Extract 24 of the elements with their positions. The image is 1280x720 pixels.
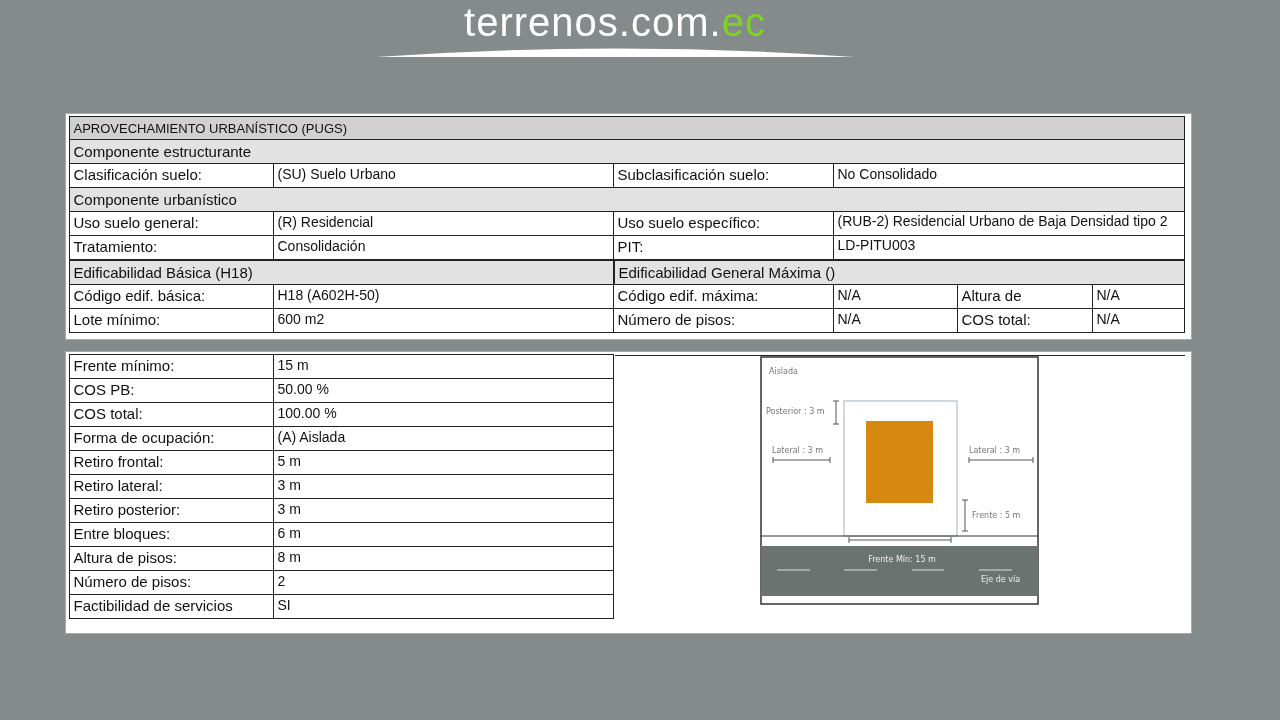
- dimension-label: Lateral : 3 m: [771, 446, 823, 455]
- field-label: Factibilidad de servicios: [68, 594, 274, 619]
- dimension-line: [968, 456, 1033, 464]
- field-value: SI: [272, 594, 614, 619]
- dimension-line: [772, 456, 830, 464]
- field-label: Tratamiento:: [68, 235, 274, 260]
- diagram-title: Aislada: [768, 367, 798, 376]
- field-label: Lote mínimo:: [68, 308, 274, 333]
- field-value: N/A: [1091, 308, 1185, 333]
- field-label: Frente mínimo:: [68, 354, 274, 379]
- field-value: LD-PITU003: [832, 235, 1185, 260]
- table-title: APROVECHAMIENTO URBANÍSTICO (PUGS): [68, 116, 1185, 140]
- site-logo: terrenos.com.ec: [464, 2, 766, 42]
- dimension-line: [961, 499, 968, 532]
- dimension-label: Frente : 5 m: [971, 511, 1020, 520]
- road-label: Frente Mín: 15 m: [867, 555, 936, 564]
- section-heading: Componente estructurante: [68, 139, 1185, 164]
- dimension-line: [832, 400, 839, 425]
- dimension-label: Lateral : 3 m: [968, 446, 1020, 455]
- section-heading: Edificabilidad Básica (H18): [68, 260, 614, 285]
- field-value: 15 m: [272, 354, 614, 379]
- section-heading: Edificabilidad General Máxima (): [613, 260, 1185, 285]
- dimension-label: Posterior : 3 m: [765, 407, 825, 416]
- road-label: Eje de vía: [980, 575, 1020, 584]
